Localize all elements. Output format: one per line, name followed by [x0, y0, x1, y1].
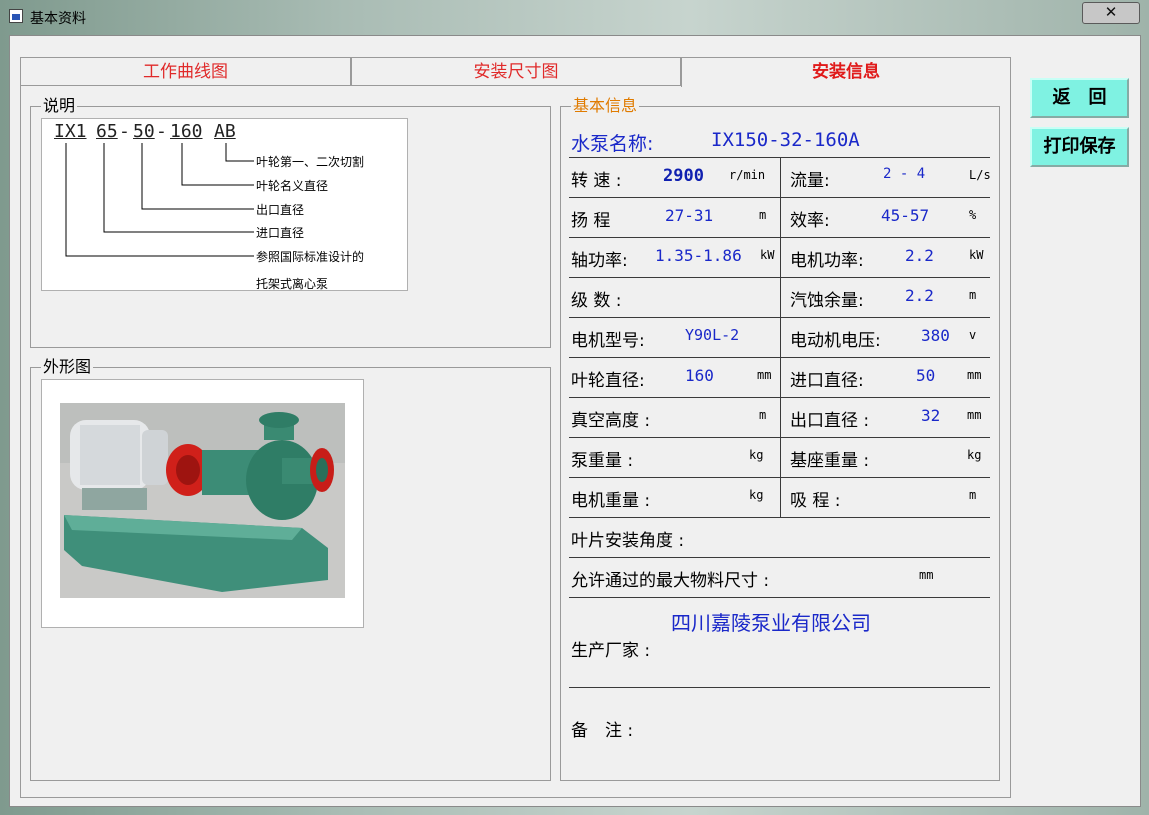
max-material-unit: mm	[919, 568, 934, 582]
npsh-label: 汽蚀余量:	[790, 291, 864, 311]
motor-voltage-unit: v	[969, 328, 977, 342]
window-title: 基本资料	[30, 11, 86, 27]
basic-info-title: 基本信息	[571, 96, 640, 115]
base-weight-label: 基座重量 :	[790, 451, 870, 471]
npsh-unit: m	[969, 288, 977, 302]
shaft-power-value: 1.35-1.86	[655, 246, 742, 265]
pump-photo	[41, 379, 364, 628]
vacuum-height-unit: m	[759, 408, 767, 422]
flow-value: 2 - 4	[883, 166, 926, 182]
motor-model-value: Y90L-2	[685, 326, 740, 344]
motor-power-value: 2.2	[905, 246, 934, 265]
outlet-diameter-unit: mm	[967, 408, 982, 422]
label-impeller-nominal: 叶轮名义直径	[256, 179, 329, 193]
row-divider	[569, 237, 990, 238]
row-divider	[569, 197, 990, 198]
dialog-client-area: 工作曲线图 安装尺寸图 安装信息 说明 IX1 65 - 50 - 160 AB	[9, 35, 1141, 807]
motor-voltage-value: 380	[921, 326, 950, 345]
model-code-diagram: IX1 65 - 50 - 160 AB 叶轮第一、二次切割 叶轮名义直径 出口…	[41, 118, 408, 291]
label-pump-type: 托架式离心泵	[256, 277, 329, 291]
label-impeller-cut: 叶轮第一、二次切割	[256, 155, 365, 169]
blade-angle-label: 叶片安装角度 :	[571, 531, 685, 551]
motor-power-unit: kW	[969, 248, 984, 262]
row-divider	[569, 477, 990, 478]
speed-unit: r/min	[729, 168, 766, 182]
close-button[interactable]: ✕	[1082, 2, 1140, 24]
head-unit: m	[759, 208, 767, 222]
column-divider	[780, 157, 781, 518]
pump-name-label: 水泵名称:	[571, 133, 654, 155]
row-divider	[569, 357, 990, 358]
flow-label: 流量:	[790, 171, 830, 191]
speed-value: 2900	[663, 166, 704, 186]
flow-unit: L/s	[969, 168, 991, 182]
efficiency-label: 效率:	[790, 211, 830, 231]
motor-power-label: 电机功率:	[790, 251, 864, 271]
row-divider	[569, 277, 990, 278]
print-save-button[interactable]: 打印保存	[1030, 127, 1129, 167]
basic-info-group: 基本信息 水泵名称: IX150-32-160A 转 速: 2900 r/mi…	[560, 97, 1000, 781]
motor-voltage-label: 电动机电压:	[790, 331, 881, 351]
stages-label: 级 数 :	[571, 291, 622, 311]
inlet-diameter-value: 50	[916, 366, 936, 385]
suction-lift-label: 吸 程 :	[790, 491, 841, 511]
explanation-group-title: 说明	[41, 96, 78, 115]
shaft-power-unit: kW	[760, 248, 775, 262]
max-material-label: 允许通过的最大物料尺寸 :	[571, 571, 770, 591]
manufacturer-label: 生产厂家 :	[571, 641, 651, 661]
motor-weight-label: 电机重量 :	[571, 491, 651, 511]
label-outlet-diameter: 出口直径	[256, 203, 305, 217]
label-inlet-diameter: 进口直径	[256, 226, 305, 240]
tab-panel-install-info: 说明 IX1 65 - 50 - 160 AB 叶轮第一、二次切割 叶轮名义直径…	[20, 85, 1011, 798]
npsh-value: 2.2	[905, 286, 934, 305]
impeller-diameter-label: 叶轮直径:	[571, 371, 645, 391]
row-divider	[569, 317, 990, 318]
inlet-diameter-unit: mm	[967, 368, 982, 382]
impeller-diameter-unit: mm	[757, 368, 772, 382]
inlet-diameter-label: 进口直径:	[790, 371, 864, 391]
base-weight-unit: kg	[967, 448, 982, 462]
suction-lift-unit: m	[969, 488, 977, 502]
row-divider	[569, 687, 990, 688]
remarks-label: 备 注 :	[571, 721, 634, 741]
tab-install-dimensions[interactable]: 安装尺寸图	[351, 57, 681, 87]
label-standard: 参照国际标准设计的	[256, 250, 365, 264]
window-icon	[9, 9, 23, 23]
outlet-diameter-value: 32	[921, 406, 941, 425]
row-divider	[569, 397, 990, 398]
pump-weight-unit: kg	[749, 448, 764, 462]
pump-weight-label: 泵重量 :	[571, 451, 634, 471]
row-divider	[569, 437, 990, 438]
tab-install-info[interactable]: 安装信息	[681, 57, 1011, 87]
pump-illustration	[60, 403, 345, 598]
manufacturer-value: 四川嘉陵泵业有限公司	[671, 611, 871, 635]
speed-label: 转 速 :	[571, 171, 622, 191]
shaft-power-label: 轴功率:	[571, 251, 628, 271]
motor-weight-unit: kg	[749, 488, 764, 502]
row-divider	[569, 597, 990, 598]
outline-group: 外形图	[30, 358, 551, 781]
head-value: 27-31	[665, 206, 714, 225]
title-bar: 基本资料 ✕	[0, 0, 1149, 35]
impeller-diameter-value: 160	[685, 366, 714, 385]
efficiency-unit: %	[969, 208, 977, 222]
application-window: 基本资料 ✕ 工作曲线图 安装尺寸图 安装信息 说明 IX1 65 - 50 -…	[0, 0, 1149, 815]
efficiency-value: 45-57	[881, 206, 930, 225]
pump-name-value: IX150-32-160A	[711, 129, 860, 151]
back-button[interactable]: 返 回	[1030, 78, 1129, 118]
explanation-group: 说明 IX1 65 - 50 - 160 AB 叶轮第一、二次切割 叶轮名义直径…	[30, 97, 551, 348]
row-divider	[569, 557, 990, 558]
code-leader-lines	[65, 143, 254, 257]
outlet-diameter-label: 出口直径 :	[790, 411, 870, 431]
head-label: 扬 程	[571, 211, 611, 231]
vacuum-height-label: 真空高度 :	[571, 411, 651, 431]
motor-model-label: 电机型号:	[571, 331, 645, 351]
outline-group-title: 外形图	[41, 357, 94, 376]
tab-work-curve[interactable]: 工作曲线图	[20, 57, 351, 87]
row-divider	[569, 517, 990, 518]
